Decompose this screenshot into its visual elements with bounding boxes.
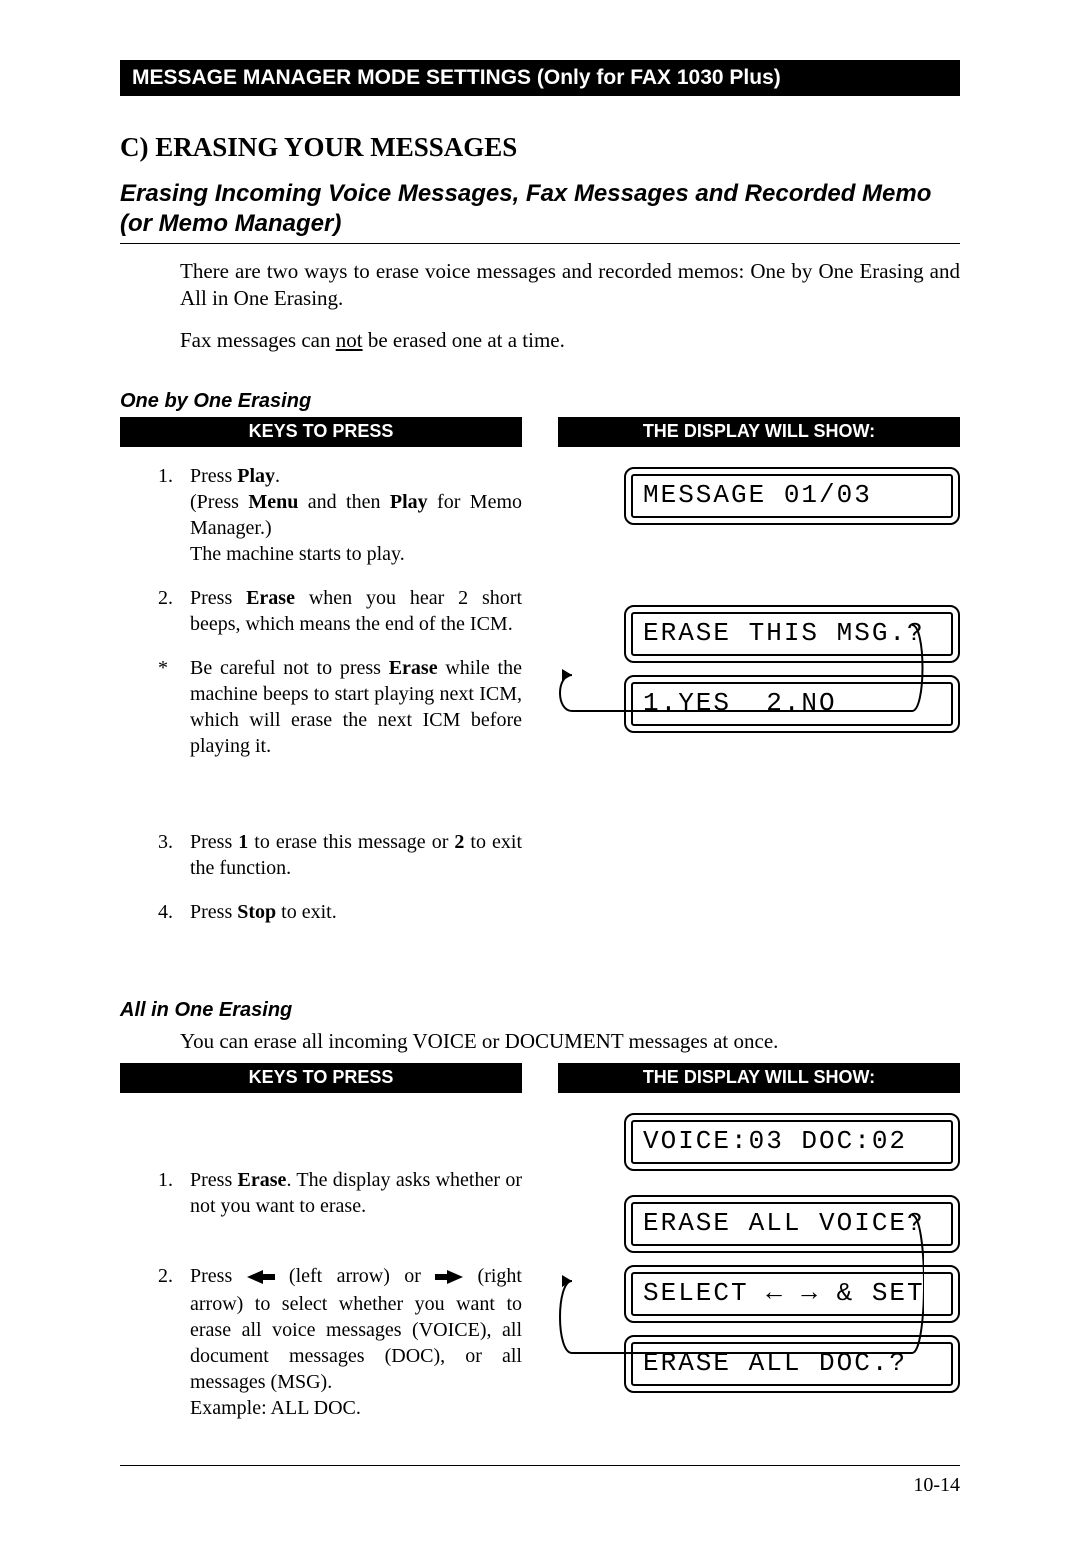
right-arrow-key-icon [435, 1265, 463, 1291]
lcd-display: 1.YES 2.NO [624, 675, 960, 733]
text: Be careful not to press [190, 657, 389, 679]
one-by-one-table: KEYS TO PRESS 1. Press Play. (Press Menu… [120, 417, 960, 943]
text: Press [190, 587, 246, 609]
one-by-one-heading: One by One Erasing [120, 390, 960, 413]
text: Press [190, 901, 237, 923]
lcd-display: ERASE ALL VOICE? [624, 1195, 960, 1253]
keys-to-press-header: KEYS TO PRESS [120, 417, 522, 447]
key-play: Play [237, 465, 275, 487]
step-3: 3. Press 1 to erase this message or 2 to… [158, 829, 522, 881]
intro-paragraph: There are two ways to erase voice messag… [180, 258, 960, 313]
step-marker: 1. [158, 1167, 180, 1219]
lcd-line: ERASE ALL VOICE? [631, 1202, 953, 1246]
text: Example: ALL DOC. [190, 1397, 361, 1419]
step-marker: 4. [158, 899, 180, 925]
key-menu: Menu [248, 491, 298, 513]
text: be erased one at a time. [363, 328, 565, 352]
key-1: 1 [238, 831, 248, 853]
lcd-display: ERASE ALL DOC.? [624, 1335, 960, 1393]
lcd-line: ERASE ALL DOC.? [631, 1342, 953, 1386]
step-marker: 3. [158, 829, 180, 881]
lcd-line: SELECT ← → & SET [631, 1272, 953, 1316]
key-erase: Erase [389, 657, 438, 679]
step-1: 1. Press Erase. The display asks whether… [158, 1167, 522, 1219]
text: Press [190, 831, 238, 853]
step-2: 2. Press Erase when you hear 2 short bee… [158, 585, 522, 637]
subsection-heading: Erasing Incoming Voice Messages, Fax Mes… [120, 179, 960, 244]
key-erase: Erase [238, 1169, 287, 1191]
key-stop: Stop [237, 901, 276, 923]
key-play: Play [390, 491, 428, 513]
text: . [275, 465, 280, 487]
all-in-one-table: KEYS TO PRESS 1. Press Erase. The displa… [120, 1063, 960, 1438]
text: Press [190, 1169, 238, 1191]
fax-note-paragraph: Fax messages can not be erased one at a … [180, 327, 960, 354]
step-marker: 1. [158, 463, 180, 567]
key-erase: Erase [246, 587, 295, 609]
display-will-show-header: THE DISPLAY WILL SHOW: [558, 1063, 960, 1093]
text: Press [190, 465, 237, 487]
text: (Press [190, 491, 248, 513]
left-arrow-key-icon [247, 1265, 275, 1291]
key-2: 2 [454, 831, 464, 853]
step-marker: 2. [158, 1263, 180, 1420]
step-1: 1. Press Play. (Press Menu and then Play… [158, 463, 522, 567]
lcd-display: VOICE:03 DOC:02 [624, 1113, 960, 1171]
all-in-one-intro: You can erase all incoming VOICE or DOCU… [180, 1028, 960, 1055]
section-heading: C) ERASING YOUR MESSAGES [120, 132, 960, 163]
text: The machine starts to play. [190, 543, 405, 565]
underlined-word: not [336, 328, 363, 352]
text: Press [190, 1265, 247, 1287]
all-in-one-heading: All in One Erasing [120, 999, 960, 1022]
step-2-note: * Be careful not to press Erase while th… [158, 655, 522, 759]
lcd-line: VOICE:03 DOC:02 [631, 1120, 953, 1164]
page-number: 10-14 [120, 1465, 960, 1497]
step-2: 2. Press (left arrow) or (right arrow) t… [158, 1263, 522, 1420]
text: Fax messages can [180, 328, 336, 352]
keys-to-press-header: KEYS TO PRESS [120, 1063, 522, 1093]
lcd-line: ERASE THIS MSG.? [631, 612, 953, 656]
text: and then [298, 491, 390, 513]
lcd-line: 1.YES 2.NO [631, 682, 953, 726]
text: to erase this message or [248, 831, 454, 853]
step-marker: * [158, 655, 180, 759]
lcd-display: ERASE THIS MSG.? [624, 605, 960, 663]
display-will-show-header: THE DISPLAY WILL SHOW: [558, 417, 960, 447]
chapter-bar: MESSAGE MANAGER MODE SETTINGS (Only for … [120, 60, 960, 96]
step-marker: 2. [158, 585, 180, 637]
text: (left arrow) or [275, 1265, 436, 1287]
lcd-line: MESSAGE 01/03 [631, 474, 953, 518]
lcd-display: SELECT ← → & SET [624, 1265, 960, 1323]
lcd-display: MESSAGE 01/03 [624, 467, 960, 525]
step-4: 4. Press Stop to exit. [158, 899, 522, 925]
text: to exit. [276, 901, 337, 923]
